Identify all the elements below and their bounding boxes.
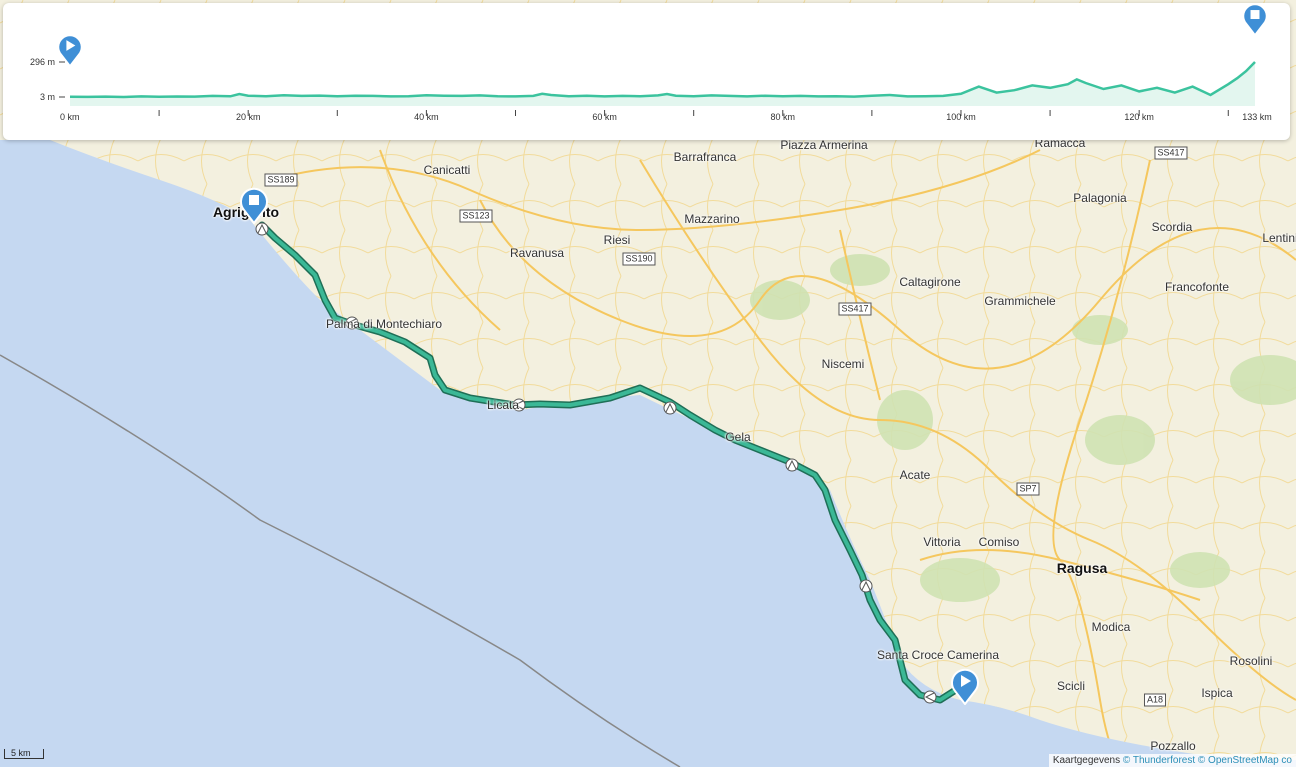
town-label: Scicli — [1056, 679, 1086, 693]
town-label: Niscemi — [821, 357, 865, 371]
x-axis-label: 20 km — [236, 112, 261, 122]
road-shield: SS189 — [264, 173, 298, 187]
town-label: Ragusa — [1056, 560, 1108, 576]
y-axis-label: 3 m — [40, 92, 55, 102]
town-label: Santa Croce Camerina — [876, 648, 1000, 662]
road-shield: SS417 — [1154, 146, 1188, 160]
town-label: Comiso — [978, 535, 1020, 549]
stop-icon — [1242, 3, 1268, 37]
town-label: Acate — [899, 468, 931, 482]
profile-end-marker[interactable] — [1241, 2, 1269, 37]
play-icon — [57, 34, 83, 68]
road-shield: SS190 — [622, 252, 656, 266]
town-label: Scordia — [1151, 220, 1193, 234]
town-label: Francofonte — [1164, 280, 1230, 294]
town-label: Gela — [725, 430, 751, 444]
x-axis-label: 60 km — [592, 112, 617, 122]
town-label: Pozzallo — [1150, 739, 1196, 753]
town-label: Riesi — [603, 233, 631, 247]
town-label: Piazza Armerina — [780, 138, 868, 152]
town-label: Lentini — [1262, 231, 1296, 245]
town-label: Caltagirone — [899, 275, 961, 289]
road-shield: SS123 — [459, 209, 493, 223]
elevation-chart[interactable]: 296 m 3 m 0 km 20 km 40 km 60 km 80 km 100 km 12… — [3, 3, 1290, 140]
town-label: Canicatti — [423, 163, 471, 177]
road-shield: A18 — [1143, 693, 1167, 707]
town-label: Ispica — [1201, 686, 1233, 700]
elevation-profile-panel[interactable]: 296 m 3 m 0 km 20 km 40 km 60 km 80 km 100 km 12… — [3, 3, 1290, 140]
attribution-prefix: Kaartgegevens — [1052, 755, 1121, 766]
town-label: Rosolini — [1229, 654, 1273, 668]
profile-start-marker[interactable] — [56, 33, 84, 68]
attribution-osm-link[interactable]: © OpenStreetMap co — [1198, 755, 1292, 766]
road-shield: SS417 — [838, 302, 872, 316]
town-label: Grammichele — [984, 294, 1056, 308]
scale-bar-label: 5 km — [11, 748, 31, 758]
play-icon — [951, 668, 979, 706]
map-attribution: Kaartgegevens © Thunderforest © OpenStre… — [1048, 754, 1296, 767]
town-label: Licata — [486, 398, 520, 412]
town-label: Palagonia — [1073, 191, 1127, 205]
town-label: Mazzarino — [684, 212, 740, 226]
scale-bar: 5 km — [4, 748, 44, 759]
town-label: Modica — [1091, 620, 1131, 634]
town-label: Vittoria — [923, 535, 961, 549]
x-axis-label: 100 km — [946, 112, 976, 122]
town-label: Barrafranca — [673, 150, 737, 164]
road-shield: SP7 — [1016, 482, 1040, 496]
x-axis-label: 133 km — [1242, 112, 1272, 122]
y-axis-label: 296 m — [30, 57, 55, 67]
x-axis-label: 0 km — [60, 112, 80, 122]
route-start-marker[interactable] — [950, 667, 980, 706]
attribution-thunderforest-link[interactable]: © Thunderforest — [1123, 755, 1195, 766]
town-label: Palma di Montechiaro — [325, 317, 443, 331]
x-axis-label: 120 km — [1124, 112, 1154, 122]
route-end-marker[interactable] — [239, 186, 269, 225]
x-axis-label: 40 km — [414, 112, 439, 122]
stop-icon — [240, 187, 268, 225]
town-label: Ravanusa — [509, 246, 565, 260]
elevation-area — [70, 62, 1255, 106]
x-axis-label: 80 km — [771, 112, 796, 122]
